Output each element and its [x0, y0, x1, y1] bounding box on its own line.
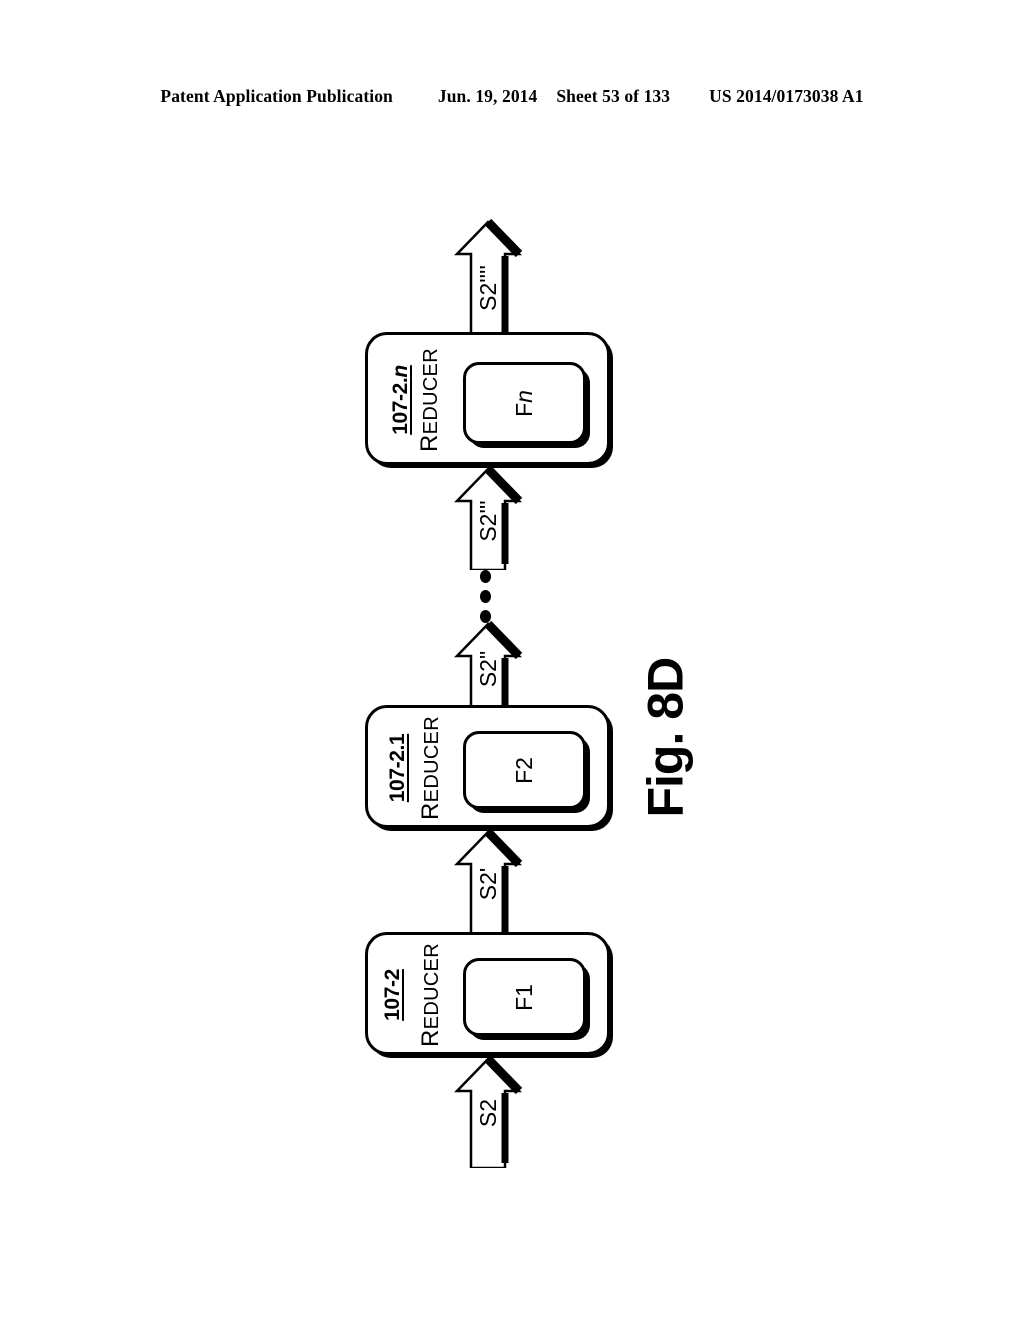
function-box-fn[interactable]: Fn	[463, 362, 586, 444]
reducer-kind-label-107-2-n: REDUCER	[416, 348, 443, 452]
reducer-block-107-2-1[interactable]: 107-2.1 REDUCER F2	[365, 705, 610, 828]
reducer-id-107-2-n: 107-2.n	[389, 365, 412, 435]
figure-caption: Fig. 8D	[637, 657, 694, 818]
arrow-label-s2-quadruple-prime: S2''''	[475, 265, 501, 311]
arrow-label-s2-double-prime: S2"	[475, 650, 501, 688]
patent-figure-drawing: S2'''' 107-2.n REDUCER Fn S2''' S2" 107-…	[0, 0, 1024, 1320]
reducer-block-107-2-n[interactable]: 107-2.n REDUCER Fn	[365, 332, 610, 465]
reducer-id-107-2-1: 107-2.1	[386, 733, 409, 803]
ellipsis-dot	[479, 570, 491, 583]
arrow-label-s2: S2	[475, 1098, 501, 1128]
function-box-f2[interactable]: F2	[463, 731, 586, 809]
function-box-f1[interactable]: F1	[463, 958, 586, 1036]
arrow-label-s2-prime: S2'	[475, 867, 501, 901]
reducer-kind-label-107-2-1: REDUCER	[417, 716, 444, 820]
function-box-label-fn: Fn	[510, 389, 537, 417]
ellipsis-indicator	[479, 570, 491, 623]
function-box-label-f1: F1	[510, 983, 537, 1011]
reducer-id-107-2: 107-2	[381, 969, 404, 1021]
reducer-kind-label-107-2: REDUCER	[417, 943, 444, 1047]
function-box-label-f2: F2	[510, 756, 537, 784]
arrow-label-s2-triple-prime: S2'''	[475, 500, 501, 542]
ellipsis-dot	[479, 590, 491, 603]
reducer-block-107-2[interactable]: 107-2 REDUCER F1	[365, 932, 610, 1055]
